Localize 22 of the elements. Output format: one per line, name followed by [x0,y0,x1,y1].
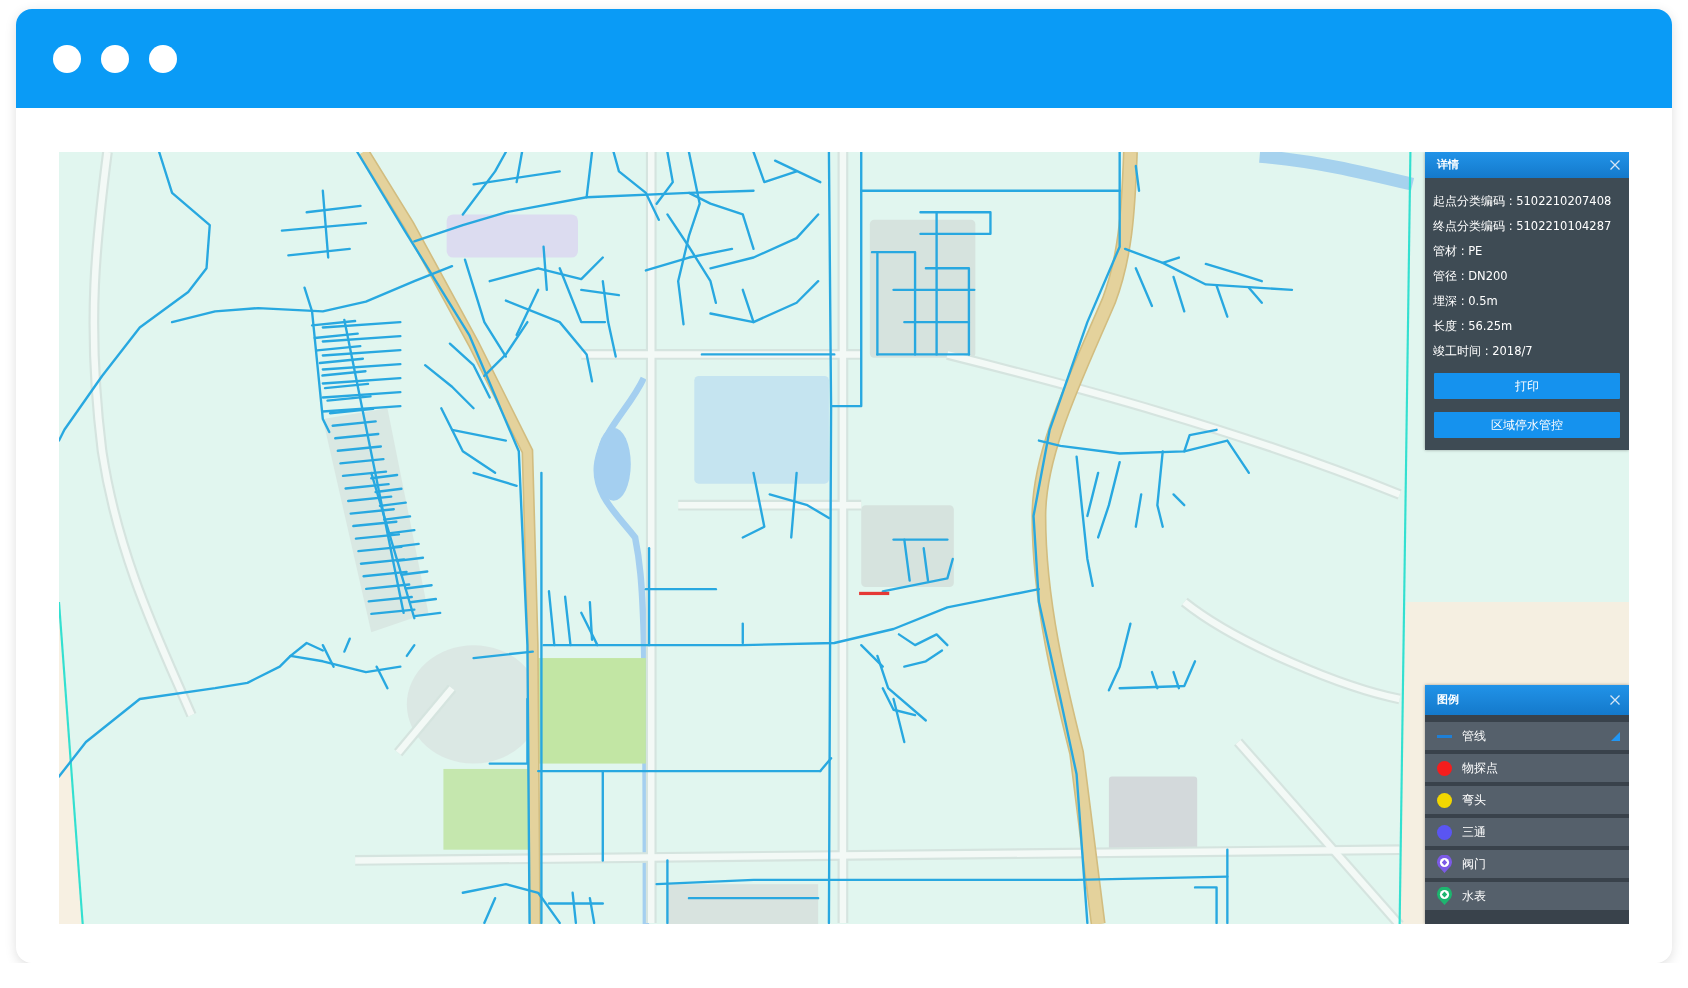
legend-item[interactable]: 水表 [1425,882,1629,910]
legend-item[interactable]: 阀门 [1425,850,1629,878]
close-icon[interactable] [1610,695,1620,705]
panel-title: 图例 [1437,693,1459,707]
detail-field: 管径 : DN200 [1433,264,1508,289]
legend-item[interactable]: 三通 [1425,818,1629,846]
action-button[interactable]: 打印 [1434,373,1620,399]
window-control-icon[interactable] [149,44,177,73]
legend-item[interactable]: 物探点 [1425,754,1629,782]
close-icon[interactable] [1610,160,1620,170]
legend-item[interactable]: 弯头 [1425,786,1629,814]
detail-field: 管材 : PE [1433,239,1483,264]
detail-field: 终点分类编码 : 5102210104287 [1433,214,1612,239]
detail-field: 长度 : 56.25m [1433,314,1513,339]
detail-field: 埋深 : 0.5m [1433,289,1498,314]
window-control-icon[interactable] [53,44,81,73]
legend-item[interactable]: 管线 [1425,722,1629,750]
action-button[interactable]: 区域停水管控 [1434,412,1620,438]
panel-title: 详情 [1437,158,1459,172]
window-control-icon[interactable] [101,44,129,73]
detail-field: 竣工时间 : 2018/7 [1433,339,1533,364]
detail-field: 起点分类编码 : 5102210207408 [1433,189,1612,214]
